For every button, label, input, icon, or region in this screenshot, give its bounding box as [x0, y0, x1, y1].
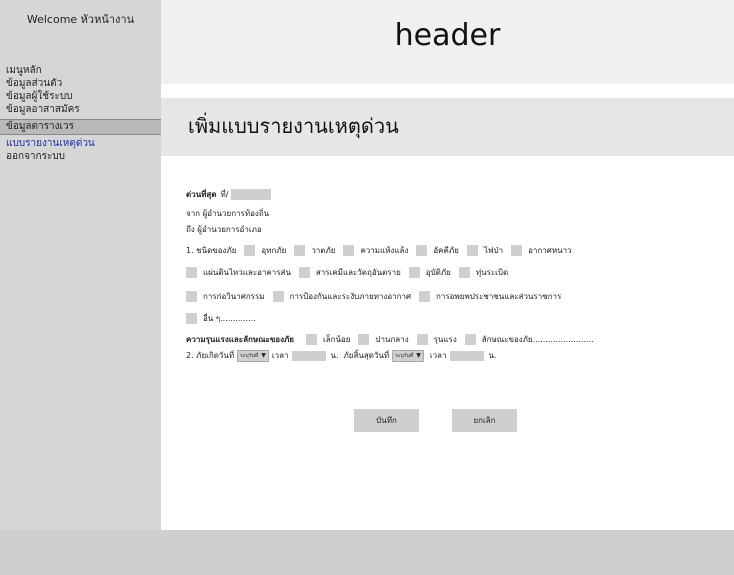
checkbox[interactable] — [419, 291, 431, 302]
ref-number-input[interactable] — [231, 189, 272, 200]
checkbox[interactable] — [298, 267, 310, 278]
severity-row: ความรุนแรงและลักษณะของภัย เล็กน้อย ปานกล… — [186, 333, 602, 346]
type-option[interactable]: ความแห้งแล้ง — [343, 244, 408, 257]
sidebar-menu: เมนูหลัก ข้อมูลส่วนตัว ข้อมูลผู้ใช้ระบบ … — [0, 64, 161, 163]
checkbox[interactable] — [244, 245, 256, 256]
checkbox[interactable] — [294, 245, 306, 256]
type-option[interactable]: ไฟป่า — [466, 244, 503, 257]
type-option[interactable]: แผ่นดินไหวและอาคารส่น — [186, 266, 291, 279]
sidebar-item-schedule[interactable]: ข้อมูลตารางเวร — [0, 119, 161, 135]
sidebar-item-logout[interactable]: ออกจากระบบ — [0, 150, 161, 163]
type-option[interactable]: อื่น ๆ.............. — [186, 312, 256, 325]
ref-label: ที่/ — [220, 190, 229, 199]
checkbox[interactable] — [186, 313, 197, 324]
to-line: ถึง ผู้อำนวยการอำเภอ — [186, 225, 262, 234]
severity-option[interactable]: ปานกลาง — [358, 333, 409, 346]
checkbox[interactable] — [464, 334, 476, 345]
cancel-button[interactable]: ยกเลิก — [452, 409, 517, 432]
type-row-3: การก่อวินาศกรรม การป้องกันและระงับภายทาง… — [186, 290, 569, 303]
type-option[interactable]: อุทกภัย — [244, 244, 286, 257]
severity-option[interactable]: เล็กน้อย — [305, 333, 350, 346]
save-button[interactable]: บันทึก — [354, 409, 419, 432]
page-title: เพิ่มแบบรายงานเหตุด่วน — [188, 114, 399, 138]
from-line: จาก ผู้อำนวยการท้องถิ่น — [186, 209, 270, 218]
type-option[interactable]: อุบัติภัย — [408, 266, 451, 279]
checkbox[interactable] — [272, 291, 284, 302]
start-time-input[interactable] — [292, 350, 327, 361]
welcome-text: Welcome หัวหน้างาน — [26, 13, 135, 26]
sidebar-item-urgent-report[interactable]: แบบรายงานเหตุด่วน — [0, 137, 161, 150]
dropdown-arrow-icon: ▼ — [416, 352, 421, 359]
end-date-select[interactable]: ระบุวันที่ ▼ — [392, 349, 424, 362]
checkbox[interactable] — [186, 291, 197, 302]
type-option[interactable]: สารเคมีและวัตถุอันตราย — [298, 266, 401, 279]
header-title: header — [394, 18, 501, 53]
checkbox[interactable] — [511, 245, 523, 256]
urgent-label: ด่วนที่สุด — [186, 190, 217, 199]
severity-label: ความรุนแรงและลักษณะของภัย — [186, 335, 294, 344]
type-option[interactable]: ทุ่นระเบิด — [458, 266, 508, 279]
type-option[interactable]: การอพยพประชาชนและส่วนราชการ — [419, 290, 561, 303]
type-option[interactable]: อัคคีภัย — [416, 244, 459, 257]
end-date-label: ภัยสิ้นสุดวันที่ — [343, 351, 390, 360]
type-row-4: อื่น ๆ.............. — [186, 312, 264, 325]
ref-row: ด่วนที่สุด ที่/ — [186, 188, 272, 201]
severity-option[interactable]: รุนแรง — [416, 333, 457, 346]
type-row-2: แผ่นดินไหวและอาคารส่น สารเคมีและวัตถุอัน… — [186, 266, 516, 279]
checkbox[interactable] — [458, 267, 470, 278]
sidebar-item-user-info[interactable]: ข้อมูลผู้ใช้ระบบ — [0, 90, 161, 103]
checkbox[interactable] — [343, 245, 355, 256]
header: header — [161, 0, 734, 84]
checkbox[interactable] — [416, 245, 428, 256]
type-option[interactable]: การป้องกันและระงับภายทางอากาศ — [272, 290, 411, 303]
time-unit: น. — [330, 351, 339, 360]
type-row-1: 1. ชนิดของภัย อุทกภัย วาตภัย ความแห้งแล้… — [186, 244, 580, 257]
type-option[interactable]: อากาศหนาว — [511, 244, 572, 257]
end-time-unit: น. — [488, 351, 497, 360]
report-form: ด่วนที่สุด ที่/ จาก ผู้อำนวยการท้องถิ่น … — [161, 156, 734, 530]
checkbox[interactable] — [186, 267, 197, 278]
checkbox[interactable] — [408, 267, 420, 278]
sidebar-item-personal-info[interactable]: ข้อมูลส่วนตัว — [0, 77, 161, 90]
time-label: เวลา — [271, 351, 289, 360]
checkbox[interactable] — [416, 334, 428, 345]
sidebar-item-volunteer-info[interactable]: ข้อมูลอาสาสมัคร — [0, 103, 161, 116]
start-date-select[interactable]: ระบุวันที่ ▼ — [237, 349, 269, 362]
severity-option[interactable]: ลักษณะของภัย........................ — [464, 333, 594, 346]
date-label: 2. ภัยเกิดวันที่ — [186, 351, 235, 360]
checkbox[interactable] — [305, 334, 317, 345]
footer — [0, 530, 734, 575]
type-option[interactable]: วาตภัย — [294, 244, 335, 257]
sidebar: Welcome หัวหน้างาน เมนูหลัก ข้อมูลส่วนตั… — [0, 0, 161, 530]
dropdown-arrow-icon: ▼ — [261, 352, 266, 359]
checkbox[interactable] — [466, 245, 478, 256]
checkbox[interactable] — [358, 334, 370, 345]
end-time-input[interactable] — [450, 350, 485, 361]
date-row: 2. ภัยเกิดวันที่ ระบุวันที่ ▼ เวลา น. ภัย… — [186, 349, 496, 362]
type-label: 1. ชนิดของภัย — [186, 246, 237, 255]
sidebar-item-main-menu[interactable]: เมนูหลัก — [0, 64, 161, 77]
end-time-label: เวลา — [429, 351, 447, 360]
type-option[interactable]: การก่อวินาศกรรม — [186, 290, 265, 303]
title-bar: เพิ่มแบบรายงานเหตุด่วน — [161, 98, 734, 156]
